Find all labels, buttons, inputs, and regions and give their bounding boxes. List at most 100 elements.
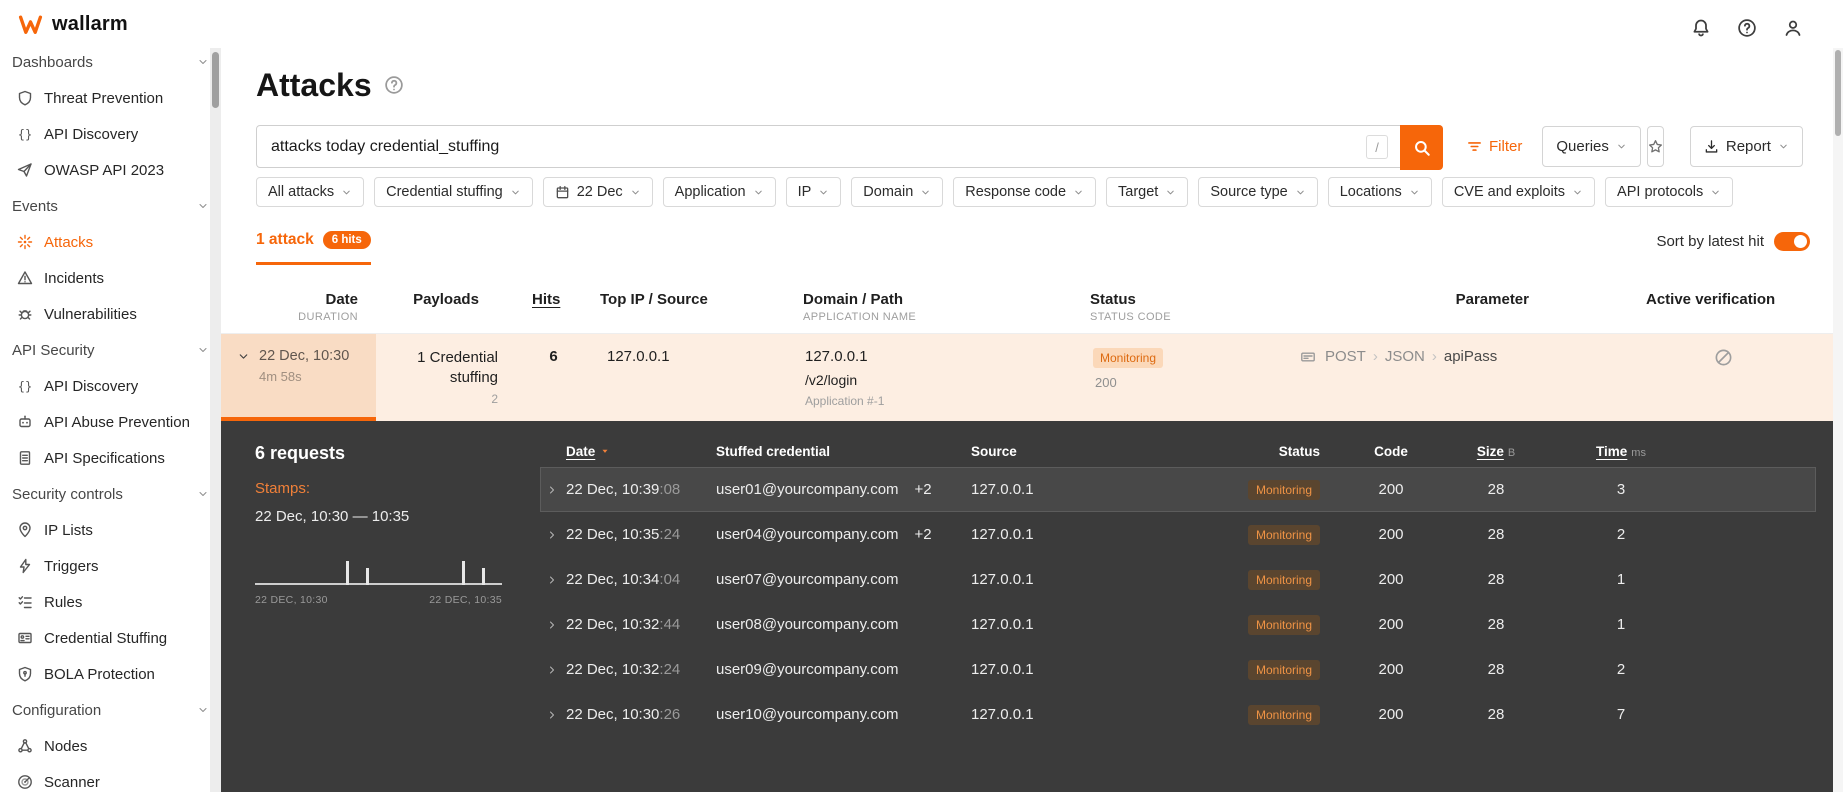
- sidebar-item[interactable]: Scanner: [0, 764, 221, 792]
- collapse-chevron-icon[interactable]: [237, 350, 250, 417]
- page-scrollbar[interactable]: [1833, 48, 1843, 792]
- warning-icon: [16, 269, 34, 287]
- column-header[interactable]: Payloads: [376, 291, 516, 323]
- sidebar-item-label: Triggers: [44, 557, 99, 575]
- sidebar-item[interactable]: Security controls: [0, 476, 221, 512]
- request-seconds: :24: [659, 526, 681, 543]
- request-source: 127.0.0.1: [971, 706, 1034, 723]
- bell-icon[interactable]: [1691, 18, 1711, 38]
- user-icon[interactable]: [1783, 18, 1803, 38]
- request-row[interactable]: 22 Dec, 10:32:24 user09@yourcompany.com …: [540, 647, 1816, 692]
- sidebar-item-label: BOLA Protection: [44, 665, 155, 683]
- request-time: 1: [1616, 571, 1626, 588]
- search-input[interactable]: [271, 137, 1347, 156]
- column-header[interactable]: Top IP / Source: [591, 291, 796, 323]
- filter-chip[interactable]: CVE and exploits: [1441, 177, 1596, 207]
- request-time: 3: [1616, 481, 1626, 498]
- search-button[interactable]: [1400, 125, 1443, 170]
- column-header[interactable]: Hits: [516, 291, 591, 323]
- sort-toggle[interactable]: [1774, 232, 1810, 251]
- app-root: wallarm Dashboards Threat Prevention {}: [0, 0, 1843, 792]
- request-row[interactable]: 22 Dec, 10:35:24 user04@yourcompany.com +…: [540, 512, 1816, 557]
- page-title: Attacks: [256, 66, 372, 103]
- filter-chip[interactable]: Credential stuffing: [374, 177, 533, 207]
- requests-count: 6 requests: [255, 443, 346, 463]
- expand-chevron-icon[interactable]: [540, 529, 566, 541]
- sidebar-item[interactable]: API Abuse Prevention: [0, 404, 221, 440]
- filter-chip[interactable]: Source type: [1198, 177, 1318, 207]
- filter-chip[interactable]: Response code: [953, 177, 1097, 207]
- request-row[interactable]: 22 Dec, 10:39:08 user01@yourcompany.com +…: [540, 467, 1816, 512]
- expand-chevron-icon[interactable]: [540, 619, 566, 631]
- sidebar-item[interactable]: OWASP API 2023: [0, 152, 221, 188]
- filter-chip[interactable]: Domain: [851, 177, 944, 207]
- sidebar-item[interactable]: Events: [0, 188, 221, 224]
- sidebar-scrollbar-thumb[interactable]: [212, 52, 219, 108]
- attack-row[interactable]: 22 Dec, 10:30 4m 58s 1 Credential stuffi…: [221, 334, 1843, 421]
- sidebar-item[interactable]: API Security: [0, 332, 221, 368]
- column-header[interactable]: Date DURATION: [221, 291, 376, 323]
- sidebar-item[interactable]: Incidents: [0, 260, 221, 296]
- filter-chip[interactable]: Target: [1106, 177, 1189, 207]
- sidebar-item[interactable]: Threat Prevention: [0, 80, 221, 116]
- expand-chevron-icon[interactable]: [540, 574, 566, 586]
- sidebar-item[interactable]: {} API Discovery: [0, 116, 221, 152]
- filter-chip[interactable]: IP: [785, 177, 842, 207]
- wallarm-logo[interactable]: wallarm: [0, 0, 210, 48]
- sidebar-item[interactable]: BOLA Protection: [0, 656, 221, 692]
- requests-sort-date[interactable]: Date: [566, 444, 716, 459]
- favorite-button[interactable]: [1646, 126, 1664, 167]
- chevron-down-icon: [1778, 141, 1789, 152]
- help-icon[interactable]: [1737, 18, 1757, 38]
- sidebar-item[interactable]: API Specifications: [0, 440, 221, 476]
- sidebar-item[interactable]: {} API Discovery: [0, 368, 221, 404]
- page-help-icon[interactable]: [384, 75, 404, 95]
- request-row[interactable]: 22 Dec, 10:32:44 user08@yourcompany.com …: [540, 602, 1816, 647]
- parameter-crumb[interactable]: JSON: [1366, 348, 1425, 365]
- no-active-verification-icon[interactable]: [1714, 348, 1733, 421]
- calendar-icon: [555, 185, 570, 200]
- attack-date-cell[interactable]: 22 Dec, 10:30 4m 58s: [221, 334, 376, 421]
- filter-button[interactable]: Filter: [1459, 126, 1531, 167]
- page-scrollbar-thumb[interactable]: [1835, 50, 1841, 136]
- filter-chip[interactable]: API protocols: [1605, 177, 1734, 207]
- parameter-crumb[interactable]: POST: [1325, 348, 1366, 365]
- parameter-crumb[interactable]: apiPass: [1425, 348, 1497, 365]
- column-header[interactable]: Domain / Path APPLICATION NAME: [796, 291, 1086, 323]
- attack-domain[interactable]: 127.0.0.1: [805, 348, 1086, 365]
- sidebar-item[interactable]: Configuration: [0, 692, 221, 728]
- attacks-result-tab[interactable]: 1 attack 6 hits: [256, 231, 371, 265]
- sidebar-scrollbar[interactable]: [210, 48, 221, 792]
- chevron-down-icon: [1073, 187, 1084, 198]
- sidebar-item[interactable]: Dashboards: [0, 44, 221, 80]
- sidebar-item[interactable]: Triggers: [0, 548, 221, 584]
- request-row[interactable]: 22 Dec, 10:30:26 user10@yourcompany.com …: [540, 692, 1816, 737]
- filter-chip[interactable]: 22 Dec: [542, 177, 653, 207]
- filter-chip[interactable]: Locations: [1327, 177, 1432, 207]
- column-size[interactable]: Size B: [1436, 444, 1556, 459]
- filter-chip[interactable]: Application: [662, 177, 776, 207]
- sidebar-nav: Dashboards Threat Prevention {} API Disc…: [0, 0, 221, 792]
- attack-path[interactable]: /v2/login: [805, 372, 1086, 388]
- column-header[interactable]: Active verification: [1646, 291, 1843, 323]
- request-row[interactable]: 22 Dec, 10:34:04 user07@yourcompany.com …: [540, 557, 1816, 602]
- queries-button[interactable]: Queries: [1542, 126, 1641, 167]
- expand-chevron-icon[interactable]: [540, 484, 566, 496]
- column-header[interactable]: Status STATUS CODE: [1086, 291, 1296, 323]
- filter-chip[interactable]: All attacks: [256, 177, 365, 207]
- sidebar-item[interactable]: IP Lists: [0, 512, 221, 548]
- expand-chevron-icon[interactable]: [540, 664, 566, 676]
- shieldlock-icon: [16, 665, 34, 683]
- sidebar-item[interactable]: Credential Stuffing: [0, 620, 221, 656]
- sidebar-item[interactable]: Attacks: [0, 224, 221, 260]
- attack-top-ip[interactable]: 127.0.0.1: [591, 334, 796, 421]
- expand-chevron-icon[interactable]: [540, 709, 566, 721]
- sidebar-item[interactable]: Nodes: [0, 728, 221, 764]
- report-button[interactable]: Report: [1689, 126, 1803, 167]
- column-time[interactable]: Time ms: [1556, 444, 1686, 459]
- chart-end-label: 22 DEC, 10:35: [429, 594, 502, 606]
- sidebar-item[interactable]: Rules: [0, 584, 221, 620]
- sidebar-item[interactable]: Vulnerabilities: [0, 296, 221, 332]
- column-header[interactable]: Parameter: [1296, 291, 1646, 323]
- payload-type[interactable]: 1 Credential stuffing: [386, 348, 498, 389]
